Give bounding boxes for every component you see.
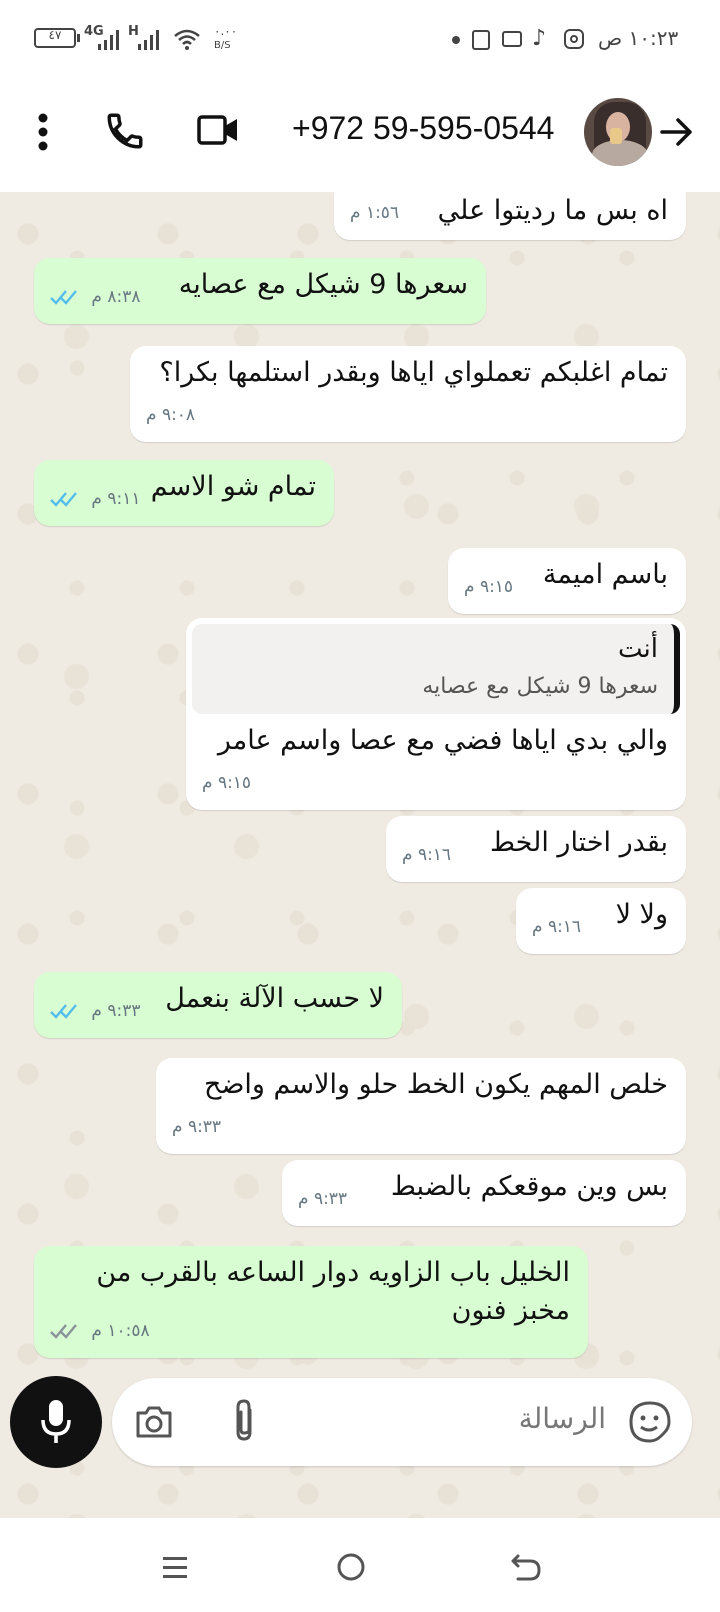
paperclip-icon[interactable] (230, 1398, 260, 1444)
message-bubble[interactable]: الخليل باب الزاويه دوار الساعه بالقرب من… (34, 1246, 588, 1358)
phone-icon[interactable] (104, 110, 146, 152)
instagram-icon (564, 29, 584, 49)
network-speed: ٠.٠٠ (214, 24, 238, 38)
message-bubble[interactable]: لا حسب الآلة بنعمل ٩:٣٣ م (34, 972, 402, 1038)
system-nav-bar (0, 1518, 720, 1612)
message-time: ٩:٣٣ م (172, 1117, 222, 1137)
read-ticks-icon (50, 1004, 77, 1019)
message-time: ٩:١٥ م (464, 577, 514, 597)
message-bubble[interactable]: بقدر اختار الخط ٩:١٦ م (386, 816, 686, 882)
message-time: ٩:١٦ م (532, 917, 582, 937)
message-bubble[interactable]: تمام شو الاسم ٩:١١ م (34, 460, 334, 526)
quote-text: سعرها 9 شيكل مع عصايه (422, 674, 658, 699)
contact-avatar[interactable] (584, 98, 652, 166)
message-placeholder: الرسالة (518, 1402, 606, 1435)
message-input[interactable]: الرسالة (112, 1378, 692, 1466)
chat-area[interactable]: اه بس ما رديتوا علي ١:٥٦ م سعرها 9 شيكل … (0, 192, 720, 1518)
composer-bar: الرسالة (0, 1376, 720, 1518)
signal-icon-2 (138, 30, 159, 50)
delivered-ticks-icon (50, 1324, 77, 1339)
battery-icon: ٤٧ (34, 28, 76, 48)
notification-icon (472, 30, 490, 50)
home-icon[interactable] (336, 1552, 366, 1582)
microphone-icon (41, 1400, 71, 1443)
chat-header: +972 59-595-0544 (0, 82, 720, 192)
message-bubble[interactable]: ولا لا ٩:١٦ م (516, 888, 686, 954)
message-time: ٩:١١ م (91, 489, 141, 509)
mic-button[interactable] (10, 1376, 102, 1468)
quote-author: أنت (618, 634, 658, 664)
back-icon[interactable] (510, 1552, 542, 1582)
email-icon (502, 31, 522, 47)
message-bubble[interactable]: سعرها 9 شيكل مع عصايه ٨:٣٨ م (34, 258, 486, 324)
message-time: ٩:٣٣ م (298, 1189, 348, 1209)
message-time: ٩:٠٨ م (146, 405, 196, 425)
message-bubble[interactable]: خلص المهم يكون الخط حلو والاسم واضح ٩:٣٣… (156, 1058, 686, 1154)
message-time: ١:٥٦ م (350, 203, 400, 223)
read-ticks-icon (50, 290, 77, 305)
recents-icon[interactable] (162, 1554, 188, 1580)
signal-icon (98, 30, 119, 50)
video-call-icon[interactable] (196, 112, 240, 148)
dot-icon (452, 36, 460, 44)
status-bar: ٤٧ 4G H ٠.٠٠ B/S ♪ ١٠:٢٣ ص (0, 0, 720, 82)
arrow-right-icon[interactable] (660, 116, 694, 148)
message-bubble[interactable]: اه بس ما رديتوا علي ١:٥٦ م (334, 192, 686, 240)
read-ticks-icon (50, 492, 77, 507)
message-time: ٩:٣٣ م (91, 1001, 141, 1021)
contact-name[interactable]: +972 59-595-0544 (292, 110, 554, 147)
quoted-message[interactable]: أنت سعرها 9 شيكل مع عصايه (192, 624, 680, 714)
clock: ١٠:٢٣ ص (598, 26, 679, 50)
more-vert-icon[interactable] (34, 112, 52, 152)
message-bubble[interactable]: بس وين موقعكم بالضبط ٩:٣٣ م (282, 1160, 686, 1226)
battery-level: ٤٧ (48, 28, 62, 42)
camera-icon[interactable] (134, 1404, 174, 1440)
sticker-icon[interactable] (628, 1400, 672, 1444)
message-time: ٨:٣٨ م (91, 287, 141, 307)
tiktok-icon: ♪ (532, 26, 547, 51)
message-time: ١٠:٥٨ م (91, 1321, 150, 1341)
network-speed-unit: B/S (214, 40, 231, 51)
message-time: ٩:١٥ م (202, 773, 252, 793)
wifi-icon (174, 29, 200, 50)
message-bubble[interactable]: تمام اغلبكم تعملواي اياها وبقدر استلمها … (130, 346, 686, 442)
message-time: ٩:١٦ م (402, 845, 452, 865)
message-bubble-reply[interactable]: أنت سعرها 9 شيكل مع عصايه والي بدي اياها… (186, 618, 686, 810)
message-bubble[interactable]: باسم اميمة ٩:١٥ م (448, 548, 686, 614)
